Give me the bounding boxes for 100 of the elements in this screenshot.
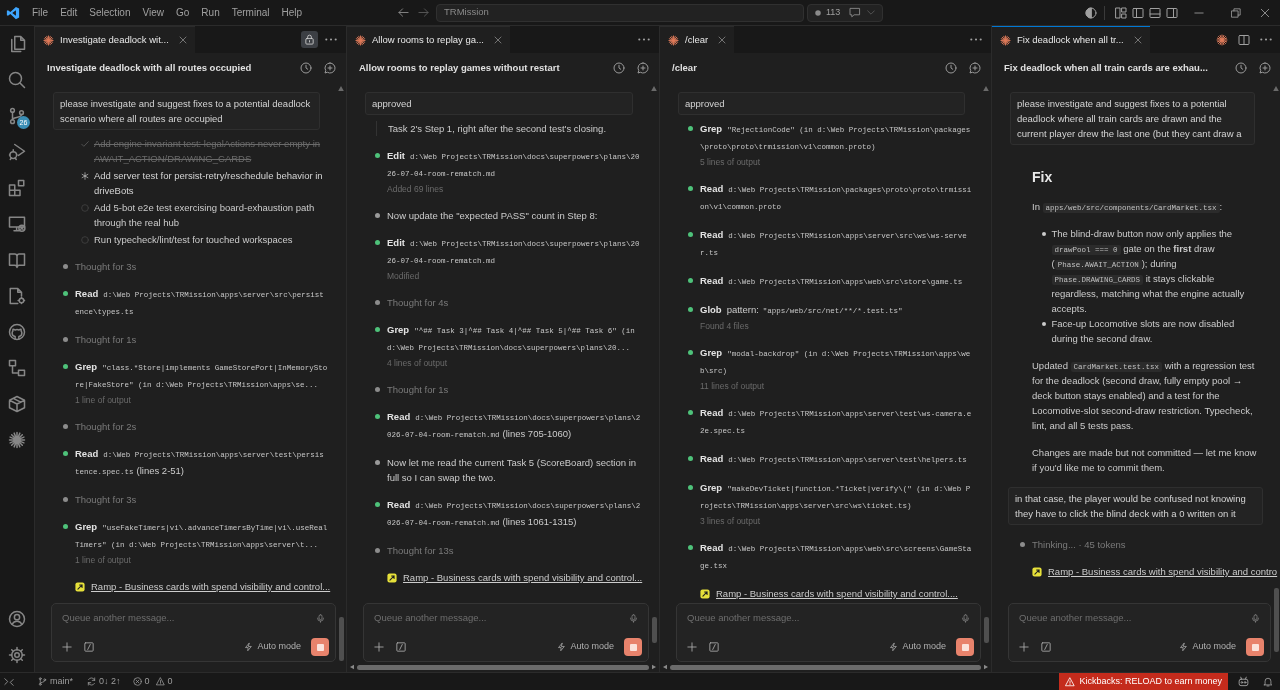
starburst-icon[interactable]	[8, 431, 26, 449]
message-input[interactable]: Queue another message...	[687, 611, 961, 625]
sponsored-link[interactable]: Ramp - Business cards with spend visibility and control...	[91, 579, 331, 594]
scroll-up-icon[interactable]	[1273, 86, 1279, 91]
menu-item[interactable]: Selection	[83, 4, 137, 21]
menu-item[interactable]: Edit	[54, 4, 84, 21]
chat-tab[interactable]: /clear	[660, 26, 735, 53]
scrollbar-thumb[interactable]	[670, 664, 981, 670]
menu-item[interactable]: Go	[170, 4, 196, 21]
left-sidebar-icon[interactable]	[1132, 6, 1144, 19]
menu-item[interactable]: View	[136, 4, 170, 21]
slash-command-icon[interactable]	[1041, 642, 1051, 652]
scroll-right-icon[interactable]	[652, 664, 656, 670]
chat-icon[interactable]	[849, 7, 862, 18]
bell-icon[interactable]	[1263, 676, 1273, 687]
sponsored-link[interactable]: Ramp - Business cards with spend visibility and control....	[716, 586, 958, 601]
search-icon[interactable]	[8, 71, 26, 89]
extensions-icon[interactable]	[8, 179, 26, 197]
cube-icon[interactable]	[8, 395, 26, 413]
problems-status[interactable]: 0 0	[132, 674, 173, 689]
stop-button[interactable]	[956, 638, 974, 656]
account-icon[interactable]	[8, 610, 26, 628]
message-input[interactable]: Queue another message...	[374, 611, 629, 625]
scrollbar-thumb[interactable]	[652, 617, 657, 643]
remote-icon[interactable]	[4, 676, 14, 687]
scrollbar-thumb[interactable]	[339, 617, 344, 661]
plus-icon[interactable]	[62, 642, 72, 652]
message-input[interactable]: Queue another message...	[1019, 611, 1251, 625]
half-circle-icon[interactable]	[1085, 6, 1097, 19]
slash-command-icon[interactable]	[709, 642, 719, 652]
microphone-icon[interactable]	[316, 612, 325, 624]
menu-item[interactable]: Help	[275, 4, 309, 21]
command-center[interactable]: TRMission	[436, 3, 804, 22]
status-notice[interactable]: Kickbacks: RELOAD to earn money	[1059, 673, 1228, 690]
plus-icon[interactable]	[1019, 642, 1029, 652]
plus-icon[interactable]	[374, 642, 384, 652]
customize-layout-icon[interactable]	[1115, 6, 1127, 19]
close-icon[interactable]	[178, 36, 187, 44]
lock-button[interactable]	[301, 31, 318, 48]
scroll-right-icon[interactable]	[984, 664, 988, 670]
auto-mode-button[interactable]: Auto mode	[557, 640, 614, 654]
stop-button[interactable]	[1246, 638, 1264, 656]
new-chat-icon[interactable]	[324, 62, 336, 74]
history-icon[interactable]	[613, 62, 625, 74]
history-icon[interactable]	[300, 62, 312, 74]
scroll-up-icon[interactable]	[983, 86, 989, 91]
lock-icon	[304, 34, 315, 45]
chat-tab[interactable]: Fix deadlock when all tr...	[992, 26, 1150, 53]
menu-item[interactable]: Run	[195, 4, 226, 21]
menu-item[interactable]: Terminal	[225, 4, 276, 21]
document-gear-icon[interactable]	[8, 287, 26, 305]
settings-icon[interactable]	[8, 645, 26, 664]
bottom-panel-icon[interactable]	[1149, 6, 1161, 19]
auto-mode-button[interactable]: Auto mode	[889, 640, 946, 654]
explorer-icon[interactable]	[8, 35, 26, 53]
scrollbar-thumb[interactable]	[1274, 588, 1279, 652]
history-icon[interactable]	[945, 62, 957, 74]
microphone-icon[interactable]	[1251, 612, 1260, 624]
scroll-left-icon[interactable]	[350, 664, 354, 670]
scroll-up-icon[interactable]	[338, 86, 344, 91]
close-icon[interactable]	[1133, 36, 1142, 44]
new-chat-icon[interactable]	[637, 62, 649, 74]
scroll-up-icon[interactable]	[651, 86, 657, 91]
linked-squares-icon[interactable]	[8, 359, 26, 377]
chat-tab[interactable]: Allow rooms to replay ga...	[347, 26, 510, 53]
chat-tab[interactable]: Investigate deadlock wit...	[35, 26, 195, 53]
sponsored-link[interactable]: Ramp - Business cards with spend visibility and contro	[1048, 564, 1278, 579]
slash-command-icon[interactable]	[84, 642, 94, 652]
new-chat-icon[interactable]	[969, 62, 981, 74]
close-icon[interactable]	[1260, 7, 1270, 18]
tool-output-summary: Found 4 files	[700, 320, 750, 333]
robot-icon[interactable]	[1238, 676, 1249, 687]
microphone-icon[interactable]	[961, 612, 970, 624]
close-icon[interactable]	[493, 36, 502, 44]
close-icon[interactable]	[718, 36, 727, 44]
scroll-left-icon[interactable]	[663, 664, 667, 670]
remote-monitor-icon[interactable]	[8, 215, 26, 233]
sync-status[interactable]: 0↓ 2↑	[87, 674, 121, 689]
message-input[interactable]: Queue another message...	[62, 611, 316, 625]
microphone-icon[interactable]	[629, 612, 638, 624]
scrollbar-thumb[interactable]	[357, 664, 649, 670]
auto-mode-button[interactable]: Auto mode	[244, 640, 301, 654]
stop-button[interactable]	[311, 638, 329, 656]
sponsored-link[interactable]: Ramp - Business cards with spend visibility and control...	[403, 570, 643, 585]
run-debug-icon[interactable]	[8, 143, 26, 161]
history-icon[interactable]	[1235, 62, 1247, 74]
stop-button[interactable]	[624, 638, 642, 656]
slash-command-icon[interactable]	[396, 642, 406, 652]
menu-item[interactable]: File	[26, 4, 55, 21]
book-icon[interactable]	[8, 251, 26, 269]
right-sidebar-icon[interactable]	[1166, 6, 1178, 19]
new-chat-icon[interactable]	[1259, 62, 1271, 74]
branch-status[interactable]: main*	[38, 674, 73, 689]
scrollbar-thumb[interactable]	[984, 617, 989, 643]
source-control-icon[interactable]	[8, 107, 26, 125]
back-arrow-icon[interactable]	[398, 7, 409, 18]
plus-icon[interactable]	[687, 642, 697, 652]
cat-circle-icon[interactable]	[8, 323, 26, 341]
restore-icon[interactable]	[1231, 7, 1241, 18]
auto-mode-button[interactable]: Auto mode	[1179, 640, 1236, 654]
